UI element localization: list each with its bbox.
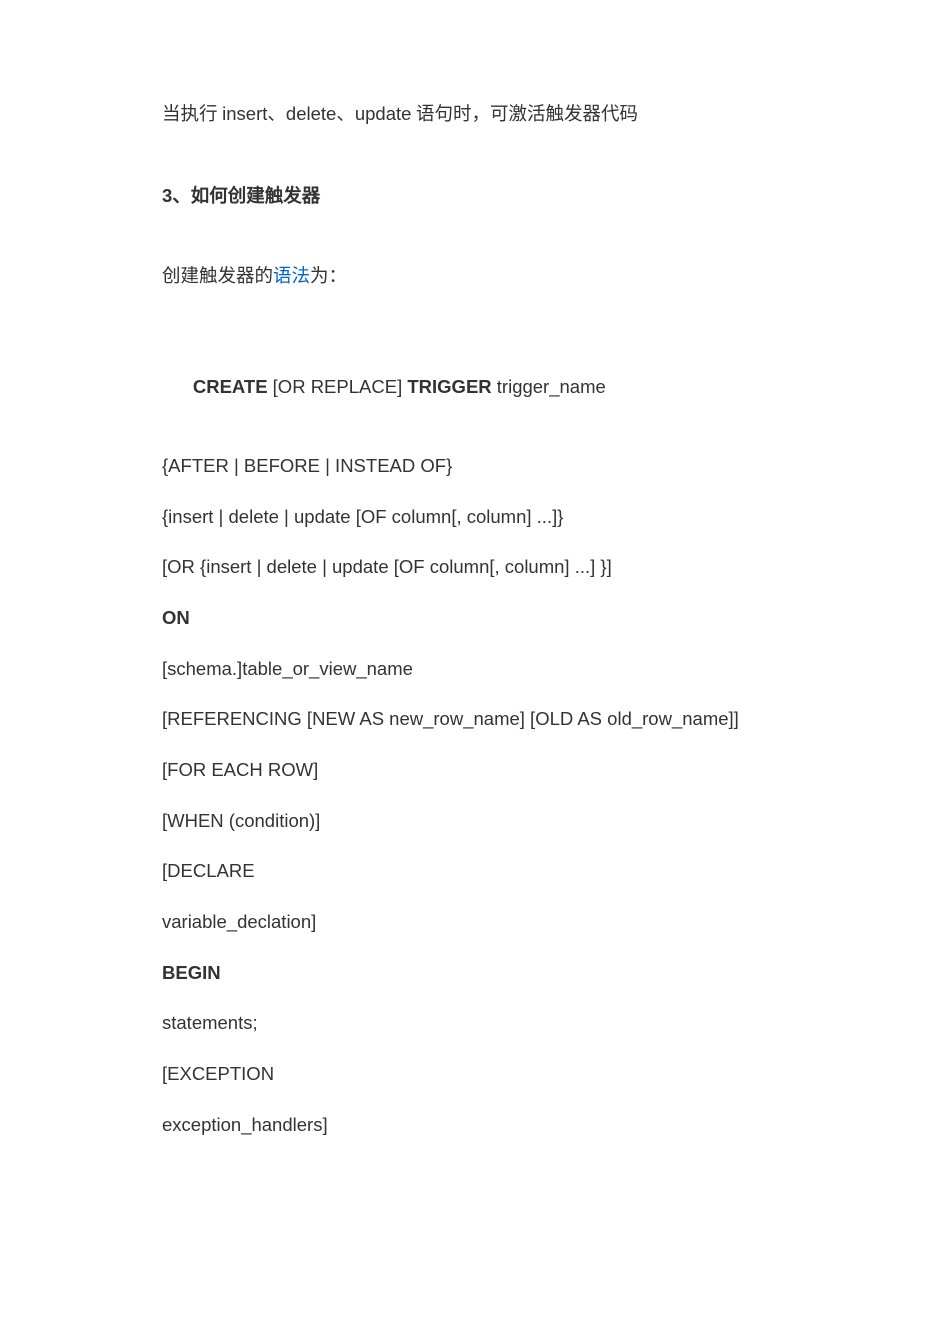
syntax-link[interactable]: 语法 xyxy=(273,267,310,287)
l1b: [OR REPLACE] xyxy=(268,376,408,397)
desc-post: 为： xyxy=(310,267,347,287)
code-line-2: {AFTER | BEFORE | INSTEAD OF} xyxy=(162,452,795,481)
code-line-13: statements; xyxy=(162,1009,795,1038)
p1-post: 语句时，可激活触发器代码 xyxy=(411,105,638,125)
code-line-9: [WHEN (condition)] xyxy=(162,807,795,836)
sql-syntax-block: CREATE [OR REPLACE] TRIGGER trigger_name… xyxy=(162,344,795,1139)
code-line-3: {insert | delete | update [OF column[, c… xyxy=(162,503,795,532)
section-heading: 3、如何创建触发器 xyxy=(162,182,795,211)
paragraph-intro: 当执行 insert、delete、update 语句时，可激活触发器代码 xyxy=(162,100,795,130)
code-line-8: [FOR EACH ROW] xyxy=(162,756,795,785)
document-page: 当执行 insert、delete、update 语句时，可激活触发器代码 3、… xyxy=(0,0,945,1261)
kw-on: ON xyxy=(162,604,795,633)
p1-update: update xyxy=(355,103,412,124)
code-line-11: variable_declation] xyxy=(162,908,795,937)
p1-insert: insert xyxy=(222,103,267,124)
code-line-6: [schema.]table_or_view_name xyxy=(162,655,795,684)
l1d: trigger_name xyxy=(492,376,606,397)
kw-begin: BEGIN xyxy=(162,959,795,988)
kw-trigger: TRIGGER xyxy=(407,376,491,397)
p1-pre: 当执行 xyxy=(162,105,222,125)
code-line-4: [OR {insert | delete | update [OF column… xyxy=(162,553,795,582)
code-line-14: [EXCEPTION xyxy=(162,1060,795,1089)
code-line-1: CREATE [OR REPLACE] TRIGGER trigger_name xyxy=(162,344,795,430)
p1-sep2: 、 xyxy=(336,105,355,125)
kw-create: CREATE xyxy=(193,376,268,397)
desc-pre: 创建触发器的 xyxy=(162,267,273,287)
code-line-15: exception_handlers] xyxy=(162,1111,795,1140)
p1-delete: delete xyxy=(286,103,336,124)
code-line-7: [REFERENCING [NEW AS new_row_name] [OLD … xyxy=(162,705,795,734)
code-line-10: [DECLARE xyxy=(162,857,795,886)
p1-sep1: 、 xyxy=(267,105,286,125)
paragraph-desc: 创建触发器的语法为： xyxy=(162,262,795,292)
